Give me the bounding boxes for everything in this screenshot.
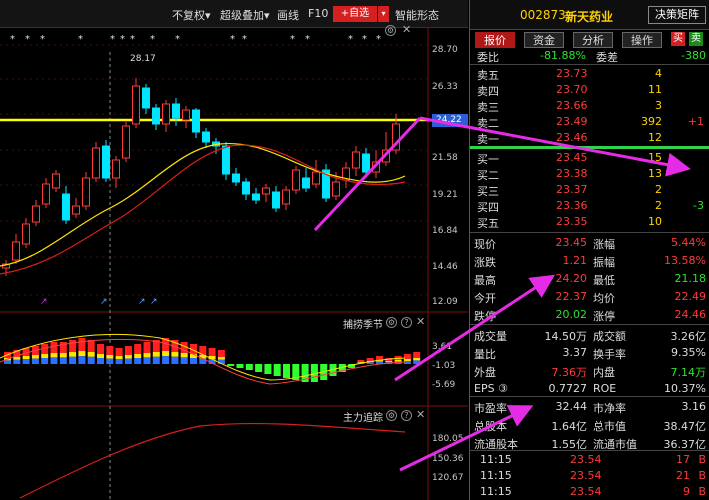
arrow-3 [394,274,556,382]
arrow-4 [399,405,534,472]
arrow-1 [313,116,422,232]
arrow-2 [419,116,691,177]
annotation-arrows [313,116,691,472]
